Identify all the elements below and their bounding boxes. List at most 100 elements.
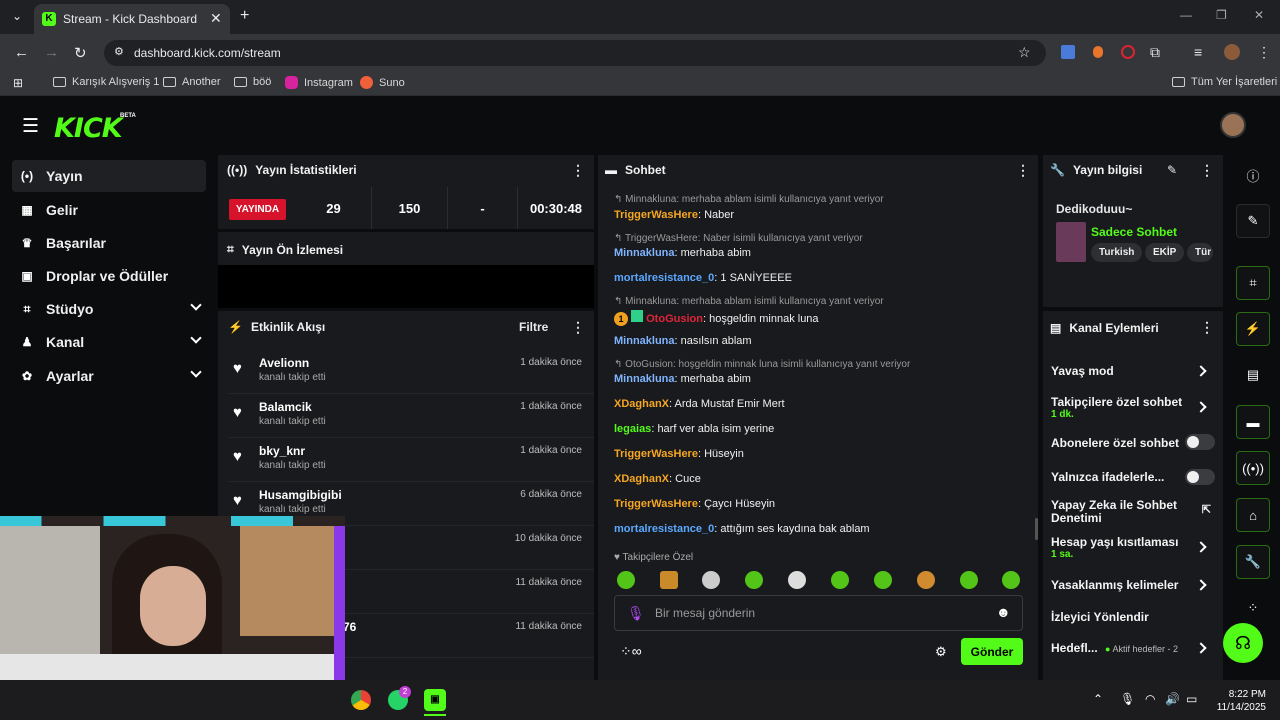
chat-username[interactable]: XDaghanX bbox=[614, 473, 669, 485]
user-avatar[interactable] bbox=[1220, 112, 1246, 138]
sidebar-item-kanal[interactable]: ♟ Kanal bbox=[12, 326, 206, 358]
chat-message[interactable]: 1 OtoGusion: hoşgeldin minnak luna bbox=[614, 310, 819, 326]
bookmark-star-icon[interactable]: ☆ bbox=[1018, 44, 1031, 61]
chat-input[interactable]: 🎙 Bir mesaj gönderin ☻ bbox=[614, 595, 1023, 631]
chat-settings-icon[interactable]: ⚙ bbox=[935, 644, 947, 660]
emoji-picker-icon[interactable]: ☻ bbox=[996, 604, 1011, 620]
sidebar-item-ayarlar[interactable]: ✿ Ayarlar bbox=[12, 360, 206, 392]
forward-button[interactable]: → bbox=[44, 44, 59, 61]
chat-username[interactable]: legaias bbox=[614, 423, 651, 435]
bookmark-folder-1[interactable]: Karışık Alışveriş 1 bbox=[53, 76, 159, 88]
sidebar-item-basarilar[interactable]: ♛ Başarılar bbox=[12, 227, 206, 259]
category-name[interactable]: Sadece Sohbet bbox=[1091, 225, 1177, 239]
stream-info-menu-icon[interactable]: ⋮ bbox=[1200, 162, 1214, 179]
subs-chat-toggle[interactable] bbox=[1185, 434, 1215, 450]
sidebar-item-studyo[interactable]: ⌗ Stüdyo bbox=[12, 293, 206, 325]
filter-button[interactable]: Filtre bbox=[519, 320, 548, 334]
window-close-button[interactable]: ✕ bbox=[1254, 8, 1264, 22]
slow-mode-row[interactable]: Yavaş mod bbox=[1051, 364, 1221, 380]
emote-icon[interactable] bbox=[1002, 571, 1020, 589]
extension-icon[interactable] bbox=[1093, 46, 1103, 58]
chat-username[interactable]: TriggerWasHere bbox=[614, 498, 698, 510]
all-bookmarks[interactable]: Tüm Yer İşaretleri bbox=[1172, 76, 1277, 88]
activity-item[interactable]: ♥ Balamcik kanalı takip etti 1 dakika önce bbox=[228, 394, 594, 438]
chat-message[interactable]: mortalresistance_0: attığım ses kaydına … bbox=[614, 523, 870, 535]
send-button[interactable]: Gönder bbox=[961, 638, 1023, 665]
chat-message[interactable]: Minnakluna: merhaba abim bbox=[614, 373, 751, 385]
back-button[interactable]: ← bbox=[14, 44, 29, 61]
tag-pill[interactable]: Turkish bbox=[1091, 243, 1143, 262]
wifi-icon[interactable]: ◠ bbox=[1145, 692, 1155, 706]
chat-username[interactable]: TriggerWasHere bbox=[614, 209, 698, 221]
browser-menu-icon[interactable]: ⋮ bbox=[1257, 44, 1271, 61]
points-icon[interactable]: ⁘∞ bbox=[620, 643, 642, 660]
chat-username[interactable]: XDaghanX bbox=[614, 398, 669, 410]
translate-extension-icon[interactable] bbox=[1061, 45, 1075, 59]
sidebar-item-yayin[interactable]: (•) Yayın bbox=[12, 160, 206, 192]
emote-icon[interactable] bbox=[702, 571, 720, 589]
chat-message[interactable]: legaias: harf ver abla isim yerine bbox=[614, 423, 774, 435]
profile-avatar[interactable] bbox=[1224, 44, 1240, 60]
activity-menu-icon[interactable]: ⋮ bbox=[571, 319, 585, 336]
broadcast-toggle-icon[interactable]: ((•)) bbox=[1236, 451, 1270, 485]
extensions-puzzle-icon[interactable]: ⧉ bbox=[1150, 44, 1160, 61]
site-info-icon[interactable]: ⚙ bbox=[114, 45, 124, 58]
minimize-button[interactable]: — bbox=[1180, 8, 1192, 22]
lightning-icon[interactable]: ⚡ bbox=[1236, 312, 1270, 346]
activity-item[interactable]: ♥ bky_knr kanalı takip etti 1 dakika önce bbox=[228, 438, 594, 482]
chat-message[interactable]: TriggerWasHere: Çaycı Hüseyin bbox=[614, 498, 775, 510]
chat-username[interactable]: OtoGusion bbox=[646, 313, 703, 325]
chat-message[interactable]: XDaghanX: Cuce bbox=[614, 473, 701, 485]
tab-list-button[interactable]: ⌄ bbox=[12, 9, 22, 23]
redirect-row[interactable]: İzleyici Yönlendir bbox=[1051, 610, 1221, 626]
volume-icon[interactable]: 🔊 bbox=[1165, 692, 1180, 706]
chrome-taskbar-icon[interactable] bbox=[351, 690, 371, 710]
apps-grid-icon[interactable]: ⊞ bbox=[13, 76, 23, 90]
more-tools-icon[interactable]: ⁘ bbox=[1236, 591, 1270, 625]
bookmark-folder-2[interactable]: Another bbox=[163, 76, 221, 88]
bookmark-instagram[interactable]: Instagram bbox=[285, 76, 353, 89]
tag-pill[interactable]: Tür bbox=[1187, 243, 1213, 262]
browser-tab[interactable]: K Stream - Kick Dashboard ✕ bbox=[34, 4, 230, 34]
chat-username[interactable]: Minnakluna bbox=[614, 373, 675, 385]
chat-username[interactable]: Minnakluna bbox=[614, 247, 675, 259]
support-headset-icon[interactable]: ☊ bbox=[1223, 623, 1263, 663]
chat-menu-icon[interactable]: ⋮ bbox=[1016, 162, 1030, 179]
preview-toggle-icon[interactable]: ⌗ bbox=[1236, 266, 1270, 300]
close-tab-icon[interactable]: ✕ bbox=[210, 10, 222, 27]
battery-icon[interactable]: ▭ bbox=[1186, 692, 1197, 706]
hamburger-menu-icon[interactable]: ☰ bbox=[22, 115, 39, 138]
chat-message[interactable]: Minnakluna: nasılsın ablam bbox=[614, 335, 752, 347]
chat-toggle-icon[interactable]: ▬ bbox=[1236, 405, 1270, 439]
emote-icon[interactable] bbox=[960, 571, 978, 589]
kick-studio-taskbar-icon[interactable]: ▣ bbox=[424, 689, 446, 711]
chat-message[interactable]: TriggerWasHere: Hüseyin bbox=[614, 448, 744, 460]
followers-chat-row[interactable]: Takipçilere özel sohbet 1 dk. bbox=[1051, 395, 1221, 423]
stats-menu-icon[interactable]: ⋮ bbox=[571, 162, 585, 179]
chat-username[interactable]: mortalresistance_0 bbox=[614, 523, 714, 535]
chat-username[interactable]: Minnakluna bbox=[614, 335, 675, 347]
chat-username[interactable]: TriggerWasHere bbox=[614, 448, 698, 460]
emote-icon[interactable] bbox=[660, 571, 678, 589]
sidebar-item-gelir[interactable]: ▦ Gelir bbox=[12, 194, 206, 226]
chat-scrollbar[interactable] bbox=[1035, 518, 1038, 540]
chat-message[interactable]: mortalresistance_0: 1 SANİYEEEE bbox=[614, 272, 792, 284]
stream-preview-video[interactable] bbox=[218, 265, 594, 308]
banned-words-row[interactable]: Yasaklanmış kelimeler bbox=[1051, 578, 1221, 594]
chat-message[interactable]: TriggerWasHere: Naber bbox=[614, 209, 734, 221]
account-age-row[interactable]: Hesap yaşı kısıtlaması 1 sa. bbox=[1051, 535, 1221, 563]
chat-input-placeholder[interactable]: Bir mesaj gönderin bbox=[655, 606, 755, 620]
clock[interactable]: 8:22 PM 11/14/2025 bbox=[1208, 688, 1266, 714]
maximize-button[interactable]: ❐ bbox=[1216, 8, 1227, 22]
bookmark-suno[interactable]: Suno bbox=[360, 76, 405, 89]
reload-button[interactable]: ↻ bbox=[74, 44, 87, 62]
emote-icon[interactable] bbox=[917, 571, 935, 589]
activity-item[interactable]: ♥ Avelionn kanalı takip etti 1 dakika önce bbox=[228, 350, 594, 394]
edit-pencil-icon[interactable]: ✎ bbox=[1167, 163, 1177, 177]
info-icon[interactable]: ⓘ bbox=[1236, 158, 1270, 192]
sidebar-item-droplar[interactable]: ▣ Droplar ve Ödüller bbox=[12, 260, 206, 292]
bookmark-folder-3[interactable]: böö bbox=[234, 76, 271, 88]
chat-message[interactable]: Minnakluna: merhaba abim bbox=[614, 247, 751, 259]
edit-icon[interactable]: ✎ bbox=[1236, 204, 1270, 238]
url-text[interactable]: dashboard.kick.com/stream bbox=[134, 46, 281, 60]
